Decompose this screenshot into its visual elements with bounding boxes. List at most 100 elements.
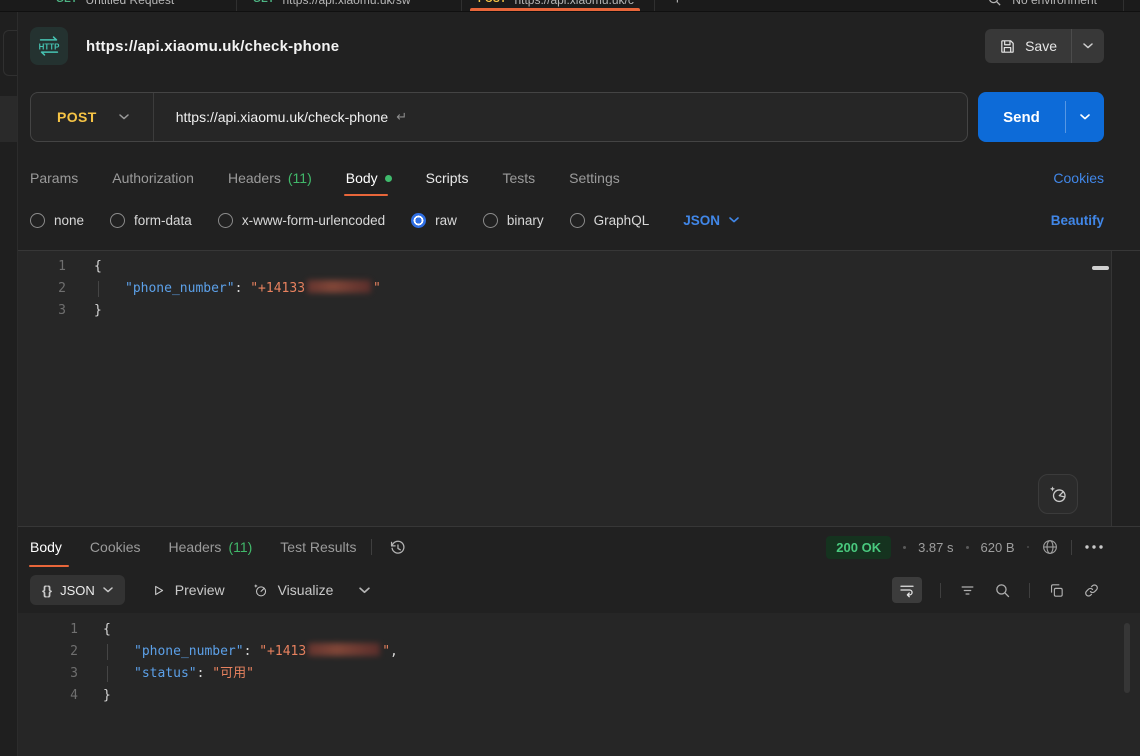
tab-authorization[interactable]: Authorization <box>112 160 194 196</box>
request-body-editor[interactable]: 1 { 2 "phone_number": "+14133" 3 } <box>18 250 1140 527</box>
request-tab-2[interactable]: GET https://api.xiaomu.uk/sw <box>237 0 462 12</box>
divider <box>940 583 941 598</box>
response-tab-body-active[interactable]: Body <box>30 527 62 567</box>
tab-params[interactable]: Params <box>30 160 78 196</box>
enter-hint-icon: ↵ <box>396 109 407 125</box>
request-tabs: Params Authorization Headers (11) Body S… <box>30 160 1104 196</box>
new-tab-button[interactable]: + <box>673 0 682 8</box>
rail-partial-item <box>0 96 17 142</box>
send-options-caret[interactable] <box>1066 92 1104 142</box>
code-content: "status": "可用" <box>103 663 254 685</box>
code-line: 3 "status": "可用" <box>18 663 1140 685</box>
divider <box>1123 0 1124 12</box>
radio-form-data[interactable]: form-data <box>110 213 192 228</box>
filter-icon[interactable] <box>959 582 976 599</box>
radio-label: x-www-form-urlencoded <box>242 213 385 228</box>
tab-scripts[interactable]: Scripts <box>426 160 469 196</box>
cookies-link[interactable]: Cookies <box>1053 170 1104 186</box>
search-icon[interactable] <box>987 0 1002 7</box>
tool-label: Visualize <box>278 582 334 598</box>
radio-raw-selected[interactable]: raw <box>411 213 457 228</box>
editor-right-gutter <box>1112 251 1140 526</box>
visualize-button[interactable]: Visualize <box>251 581 334 599</box>
body-type-options: none form-data x-www-form-urlencoded raw… <box>30 204 1104 236</box>
response-body-viewer: 1 { 2 "phone_number": "+1413", 3 "status… <box>18 613 1140 756</box>
workspace-tab-bar: GET Untitled Request GET https://api.xia… <box>0 0 1140 12</box>
response-tab-cookies[interactable]: Cookies <box>90 527 141 567</box>
tab-label: Params <box>30 170 78 186</box>
radio-selected-icon <box>411 213 426 228</box>
save-button[interactable]: Save <box>985 29 1071 63</box>
network-globe-icon[interactable] <box>1041 538 1059 556</box>
tab-method-get: GET <box>253 0 274 5</box>
postbot-sparkle-icon <box>1047 483 1069 505</box>
floppy-save-icon <box>999 38 1016 55</box>
search-response-icon[interactable] <box>994 582 1011 599</box>
format-label: JSON <box>60 583 95 598</box>
send-button[interactable]: Send <box>978 92 1065 142</box>
response-format-dropdown[interactable]: {} JSON <box>30 575 125 605</box>
tab-label: Test Results <box>280 539 356 555</box>
tab-label: Settings <box>569 170 620 186</box>
format-label: JSON <box>683 213 720 228</box>
tab-label: Cookies <box>90 539 141 555</box>
response-history-icon[interactable] <box>388 538 407 557</box>
more-options-icon[interactable] <box>1084 544 1104 550</box>
chevron-down-icon <box>103 587 113 593</box>
beautify-link[interactable]: Beautify <box>1051 213 1104 228</box>
method-caret-icon[interactable] <box>119 114 129 120</box>
tab-title: Untitled Request <box>85 0 174 7</box>
url-input[interactable]: https://api.xiaomu.uk/check-phone <box>176 109 388 125</box>
url-input-container: POST https://api.xiaomu.uk/check-phone ↵ <box>30 92 968 142</box>
indent-guide <box>107 666 108 682</box>
vertical-scrollbar[interactable] <box>1124 623 1130 693</box>
wrap-text-icon[interactable] <box>892 577 922 603</box>
preview-button[interactable]: Preview <box>151 582 225 598</box>
radio-icon <box>483 213 498 228</box>
tool-label: Preview <box>175 582 225 598</box>
response-time[interactable]: 3.87 s <box>918 540 953 555</box>
radio-binary[interactable]: binary <box>483 213 544 228</box>
tab-label: Authorization <box>112 170 194 186</box>
copy-icon[interactable] <box>1048 582 1065 599</box>
tab-body-active[interactable]: Body <box>346 160 392 196</box>
save-button-group: Save <box>985 29 1104 63</box>
token-colon: : <box>235 281 251 296</box>
response-tab-headers[interactable]: Headers (11) <box>169 527 253 567</box>
link-icon[interactable] <box>1083 582 1100 599</box>
code-content: { <box>103 619 111 641</box>
radio-icon <box>570 213 585 228</box>
toolbar-chevron-icon[interactable] <box>359 587 370 594</box>
raw-format-dropdown[interactable]: JSON <box>683 213 739 228</box>
radio-graphql[interactable]: GraphQL <box>570 213 650 228</box>
radio-none[interactable]: none <box>30 213 84 228</box>
token-colon: : <box>197 666 213 681</box>
code-line: 2 "phone_number": "+14133" <box>18 278 1140 300</box>
request-tab-1[interactable]: GET Untitled Request <box>0 0 237 12</box>
horizontal-scrollbar[interactable] <box>1092 266 1109 270</box>
line-number: 4 <box>18 685 78 707</box>
line-number: 3 <box>18 300 66 322</box>
indent-guide <box>107 644 108 660</box>
environment-selector[interactable]: No environment <box>987 0 1140 12</box>
save-options-caret[interactable] <box>1072 29 1104 63</box>
method-selector-label[interactable]: POST <box>31 109 97 125</box>
tab-label: Headers <box>169 539 222 555</box>
tab-settings[interactable]: Settings <box>569 160 620 196</box>
response-tabs: Body Cookies Headers (11) Test Results 2… <box>18 527 1140 567</box>
line-number: 2 <box>18 641 78 663</box>
radio-label: none <box>54 213 84 228</box>
token-key: "status" <box>134 666 197 681</box>
response-size[interactable]: 620 B <box>981 540 1015 555</box>
tab-headers[interactable]: Headers (11) <box>228 160 312 196</box>
tab-tests[interactable]: Tests <box>502 160 535 196</box>
radio-x-www-form-urlencoded[interactable]: x-www-form-urlencoded <box>218 213 385 228</box>
main-panel: HTTP https://api.xiaomu.uk/check-phone S… <box>18 12 1140 756</box>
status-badge[interactable]: 200 OK <box>826 536 891 559</box>
line-number: 3 <box>18 663 78 685</box>
token-brace: } <box>103 688 111 703</box>
postbot-button[interactable] <box>1038 474 1078 514</box>
code-content: { <box>94 256 102 278</box>
code-line: 3 } <box>18 300 1140 322</box>
response-tab-test-results[interactable]: Test Results <box>280 527 356 567</box>
